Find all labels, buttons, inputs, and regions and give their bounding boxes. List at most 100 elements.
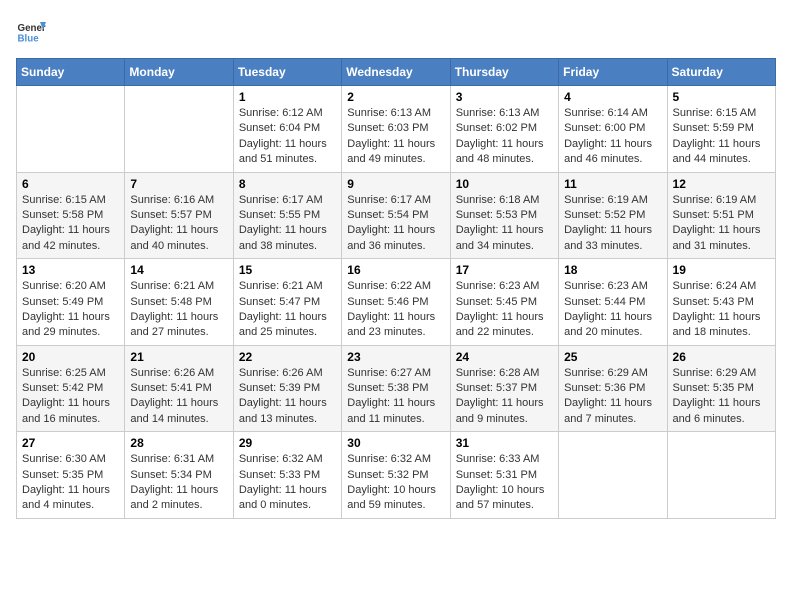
calendar-cell: 17 Sunrise: 6:23 AMSunset: 5:45 PMDayligh… xyxy=(450,259,558,346)
day-info: Sunrise: 6:32 AMSunset: 5:32 PMDaylight:… xyxy=(347,452,444,514)
day-number: 9 xyxy=(347,177,444,191)
calendar-cell: 22 Sunrise: 6:26 AMSunset: 5:39 PMDayligh… xyxy=(233,345,341,432)
day-info: Sunrise: 6:17 AMSunset: 5:54 PMDaylight:… xyxy=(347,193,444,255)
calendar-cell: 10 Sunrise: 6:18 AMSunset: 5:53 PMDayligh… xyxy=(450,172,558,259)
day-info: Sunrise: 6:20 AMSunset: 5:49 PMDaylight:… xyxy=(22,279,119,341)
day-info: Sunrise: 6:23 AMSunset: 5:44 PMDaylight:… xyxy=(564,279,661,341)
calendar-cell: 5 Sunrise: 6:15 AMSunset: 5:59 PMDaylight… xyxy=(667,86,775,173)
calendar-cell: 18 Sunrise: 6:23 AMSunset: 5:44 PMDayligh… xyxy=(559,259,667,346)
calendar-week-row: 27 Sunrise: 6:30 AMSunset: 5:35 PMDayligh… xyxy=(17,432,776,519)
day-info: Sunrise: 6:13 AMSunset: 6:02 PMDaylight:… xyxy=(456,106,553,168)
day-info: Sunrise: 6:26 AMSunset: 5:41 PMDaylight:… xyxy=(130,366,227,428)
day-info: Sunrise: 6:13 AMSunset: 6:03 PMDaylight:… xyxy=(347,106,444,168)
calendar-cell xyxy=(17,86,125,173)
calendar-cell: 11Sunrise: 6:19 AMSunset: 5:52 PMDayligh… xyxy=(559,172,667,259)
day-number: 6 xyxy=(22,177,119,191)
logo-icon: General Blue xyxy=(16,16,46,46)
weekday-header: Friday xyxy=(559,59,667,86)
calendar-cell: 20 Sunrise: 6:25 AMSunset: 5:42 PMDayligh… xyxy=(17,345,125,432)
calendar-cell: 19 Sunrise: 6:24 AMSunset: 5:43 PMDayligh… xyxy=(667,259,775,346)
day-info: Sunrise: 6:25 AMSunset: 5:42 PMDaylight:… xyxy=(22,366,119,428)
day-number: 20 xyxy=(22,350,119,364)
day-info: Sunrise: 6:21 AMSunset: 5:47 PMDaylight:… xyxy=(239,279,336,341)
calendar-cell xyxy=(559,432,667,519)
calendar-cell: 30Sunrise: 6:32 AMSunset: 5:32 PMDayligh… xyxy=(342,432,450,519)
day-number: 17 xyxy=(456,263,553,277)
weekday-header: Sunday xyxy=(17,59,125,86)
calendar-cell: 24 Sunrise: 6:28 AMSunset: 5:37 PMDayligh… xyxy=(450,345,558,432)
day-number: 28 xyxy=(130,436,227,450)
day-info: Sunrise: 6:18 AMSunset: 5:53 PMDaylight:… xyxy=(456,193,553,255)
day-info: Sunrise: 6:26 AMSunset: 5:39 PMDaylight:… xyxy=(239,366,336,428)
day-number: 16 xyxy=(347,263,444,277)
day-number: 4 xyxy=(564,90,661,104)
day-number: 8 xyxy=(239,177,336,191)
day-number: 21 xyxy=(130,350,227,364)
calendar-cell: 21 Sunrise: 6:26 AMSunset: 5:41 PMDayligh… xyxy=(125,345,233,432)
calendar-cell: 6 Sunrise: 6:15 AMSunset: 5:58 PMDaylight… xyxy=(17,172,125,259)
calendar-cell: 4 Sunrise: 6:14 AMSunset: 6:00 PMDaylight… xyxy=(559,86,667,173)
calendar-cell: 27 Sunrise: 6:30 AMSunset: 5:35 PMDayligh… xyxy=(17,432,125,519)
weekday-header: Monday xyxy=(125,59,233,86)
calendar-week-row: 1Sunrise: 6:12 AMSunset: 6:04 PMDaylight… xyxy=(17,86,776,173)
weekday-header: Thursday xyxy=(450,59,558,86)
calendar-cell: 9 Sunrise: 6:17 AMSunset: 5:54 PMDaylight… xyxy=(342,172,450,259)
day-info: Sunrise: 6:22 AMSunset: 5:46 PMDaylight:… xyxy=(347,279,444,341)
calendar-week-row: 13 Sunrise: 6:20 AMSunset: 5:49 PMDayligh… xyxy=(17,259,776,346)
calendar-cell: 3 Sunrise: 6:13 AMSunset: 6:02 PMDaylight… xyxy=(450,86,558,173)
day-info: Sunrise: 6:16 AMSunset: 5:57 PMDaylight:… xyxy=(130,193,227,255)
calendar-cell: 12Sunrise: 6:19 AMSunset: 5:51 PMDayligh… xyxy=(667,172,775,259)
day-info: Sunrise: 6:30 AMSunset: 5:35 PMDaylight:… xyxy=(22,452,119,514)
calendar-cell: 16 Sunrise: 6:22 AMSunset: 5:46 PMDayligh… xyxy=(342,259,450,346)
day-info: Sunrise: 6:19 AMSunset: 5:52 PMDaylight:… xyxy=(564,193,661,255)
day-info: Sunrise: 6:23 AMSunset: 5:45 PMDaylight:… xyxy=(456,279,553,341)
calendar-cell: 28 Sunrise: 6:31 AMSunset: 5:34 PMDayligh… xyxy=(125,432,233,519)
day-info: Sunrise: 6:31 AMSunset: 5:34 PMDaylight:… xyxy=(130,452,227,514)
calendar-cell: 31 Sunrise: 6:33 AMSunset: 5:31 PMDayligh… xyxy=(450,432,558,519)
calendar-cell xyxy=(667,432,775,519)
day-info: Sunrise: 6:15 AMSunset: 5:58 PMDaylight:… xyxy=(22,193,119,255)
day-info: Sunrise: 6:19 AMSunset: 5:51 PMDaylight:… xyxy=(673,193,770,255)
svg-text:Blue: Blue xyxy=(18,34,40,45)
calendar-cell: 15 Sunrise: 6:21 AMSunset: 5:47 PMDayligh… xyxy=(233,259,341,346)
calendar-cell: 8Sunrise: 6:17 AMSunset: 5:55 PMDaylight… xyxy=(233,172,341,259)
logo: General Blue xyxy=(16,16,50,46)
day-info: Sunrise: 6:15 AMSunset: 5:59 PMDaylight:… xyxy=(673,106,770,168)
day-info: Sunrise: 6:21 AMSunset: 5:48 PMDaylight:… xyxy=(130,279,227,341)
day-number: 19 xyxy=(673,263,770,277)
day-number: 18 xyxy=(564,263,661,277)
day-info: Sunrise: 6:14 AMSunset: 6:00 PMDaylight:… xyxy=(564,106,661,168)
day-number: 14 xyxy=(130,263,227,277)
day-number: 2 xyxy=(347,90,444,104)
calendar-week-row: 6 Sunrise: 6:15 AMSunset: 5:58 PMDaylight… xyxy=(17,172,776,259)
day-info: Sunrise: 6:28 AMSunset: 5:37 PMDaylight:… xyxy=(456,366,553,428)
day-number: 23 xyxy=(347,350,444,364)
day-number: 10 xyxy=(456,177,553,191)
day-info: Sunrise: 6:33 AMSunset: 5:31 PMDaylight:… xyxy=(456,452,553,514)
day-number: 5 xyxy=(673,90,770,104)
weekday-header: Saturday xyxy=(667,59,775,86)
day-number: 27 xyxy=(22,436,119,450)
day-number: 15 xyxy=(239,263,336,277)
day-number: 31 xyxy=(456,436,553,450)
calendar-cell: 2 Sunrise: 6:13 AMSunset: 6:03 PMDaylight… xyxy=(342,86,450,173)
day-info: Sunrise: 6:27 AMSunset: 5:38 PMDaylight:… xyxy=(347,366,444,428)
day-number: 22 xyxy=(239,350,336,364)
day-number: 29 xyxy=(239,436,336,450)
day-number: 13 xyxy=(22,263,119,277)
calendar-cell: 25Sunrise: 6:29 AMSunset: 5:36 PMDayligh… xyxy=(559,345,667,432)
day-info: Sunrise: 6:29 AMSunset: 5:36 PMDaylight:… xyxy=(564,366,661,428)
calendar-cell: 13 Sunrise: 6:20 AMSunset: 5:49 PMDayligh… xyxy=(17,259,125,346)
calendar-cell: 14 Sunrise: 6:21 AMSunset: 5:48 PMDayligh… xyxy=(125,259,233,346)
day-info: Sunrise: 6:32 AMSunset: 5:33 PMDaylight:… xyxy=(239,452,336,514)
day-number: 24 xyxy=(456,350,553,364)
calendar-cell: 1Sunrise: 6:12 AMSunset: 6:04 PMDaylight… xyxy=(233,86,341,173)
day-info: Sunrise: 6:29 AMSunset: 5:35 PMDaylight:… xyxy=(673,366,770,428)
page-header: General Blue xyxy=(16,16,776,46)
weekday-header: Wednesday xyxy=(342,59,450,86)
day-info: Sunrise: 6:24 AMSunset: 5:43 PMDaylight:… xyxy=(673,279,770,341)
calendar-cell: 23 Sunrise: 6:27 AMSunset: 5:38 PMDayligh… xyxy=(342,345,450,432)
calendar-cell: 7Sunrise: 6:16 AMSunset: 5:57 PMDaylight… xyxy=(125,172,233,259)
day-number: 3 xyxy=(456,90,553,104)
calendar-header-row: SundayMondayTuesdayWednesdayThursdayFrid… xyxy=(17,59,776,86)
